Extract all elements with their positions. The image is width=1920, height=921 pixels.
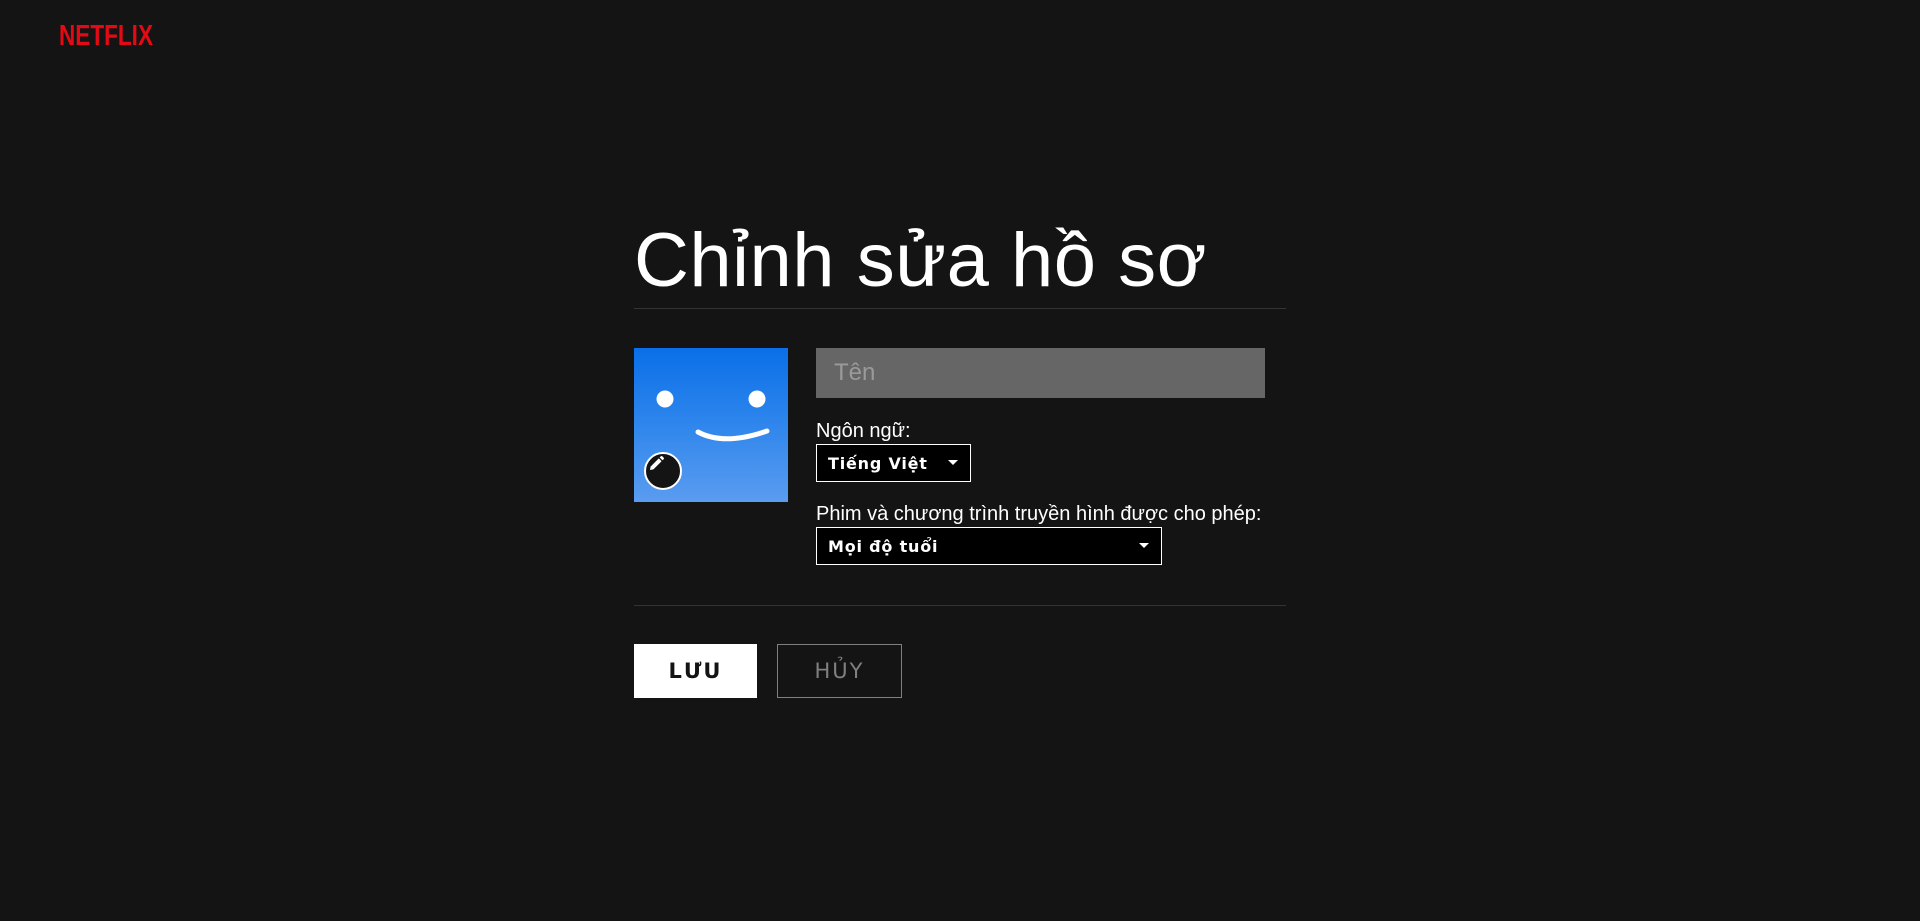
profile-editor: Chỉnh sửa hồ sơ Ngôn ngữ:: [634, 220, 1286, 698]
profile-fields: Ngôn ngữ: Tiếng Việt Phim và chương trìn…: [816, 348, 1286, 565]
language-dropdown[interactable]: Tiếng Việt: [816, 444, 971, 482]
profile-edit-page: NETFLIX Chỉnh sửa hồ sơ Tên Ngôn ngữ: Ti…: [0, 0, 1920, 921]
page-title: Chỉnh sửa hồ sơ: [634, 218, 1207, 303]
profile-name-input[interactable]: [816, 348, 1265, 398]
save-button[interactable]: LƯU: [634, 644, 757, 698]
cancel-button[interactable]: HỦY: [777, 644, 902, 698]
actions-divider: [634, 605, 1286, 606]
maturity-label: Phim và chương trình truyền hình được ch…: [816, 503, 1262, 525]
pencil-icon: [650, 456, 664, 470]
maturity-selected-value: Mọi độ tuổi: [828, 536, 939, 556]
maturity-dropdown[interactable]: Mọi độ tuổi: [816, 527, 1162, 565]
profile-form: Ngôn ngữ: Tiếng Việt Phim và chương trìn…: [634, 309, 1286, 605]
profile-avatar[interactable]: [634, 348, 788, 502]
svg-text:NETFLIX: NETFLIX: [59, 20, 153, 52]
form-actions: LƯU HỦY: [634, 644, 1286, 698]
caret-down-icon: [948, 460, 958, 465]
caret-down-icon: [1139, 543, 1149, 548]
language-selected-value: Tiếng Việt: [828, 453, 928, 473]
netflix-logo[interactable]: NETFLIX: [59, 18, 155, 52]
netflix-logo-graphic: NETFLIX: [59, 20, 153, 52]
language-label: Ngôn ngữ:: [816, 420, 911, 442]
edit-avatar-button[interactable]: [644, 452, 682, 490]
